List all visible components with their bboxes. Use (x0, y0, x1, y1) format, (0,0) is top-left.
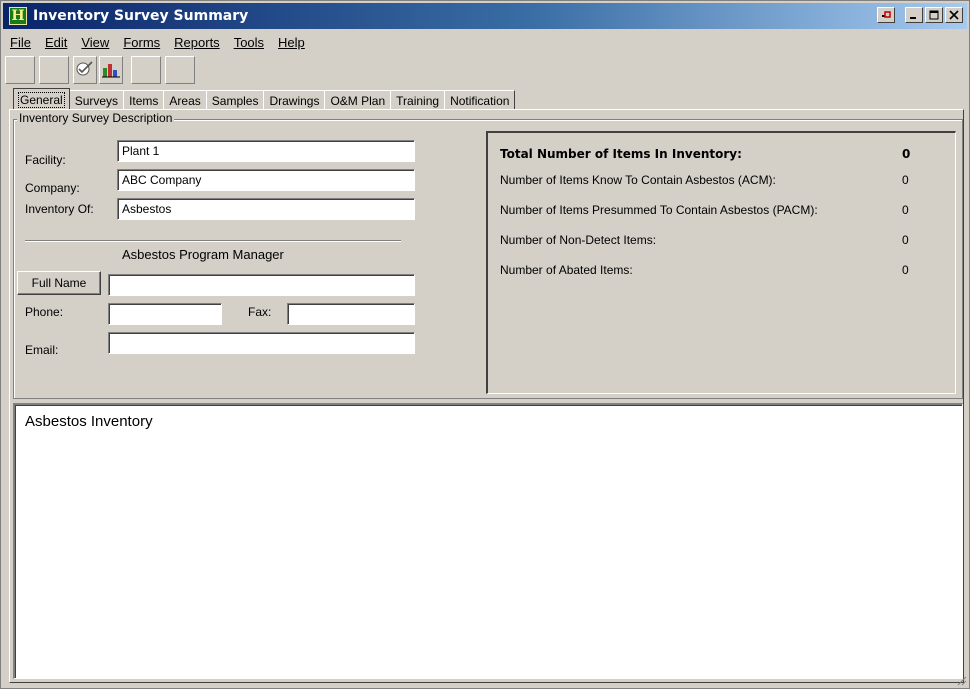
stat-value: 0 (902, 203, 909, 217)
resize-grip-icon[interactable] (955, 674, 967, 686)
toolbar-button-1[interactable] (5, 56, 35, 84)
toolbar-button-6[interactable] (165, 56, 195, 84)
facility-field[interactable]: Plant 1 (117, 140, 415, 162)
facility-label: Facility: (25, 153, 66, 167)
company-field[interactable]: ABC Company (117, 169, 415, 191)
stat-acm: Number of Items Know To Contain Asbestos… (500, 173, 920, 187)
full-name-field[interactable] (108, 274, 415, 296)
manager-heading: Asbestos Program Manager (122, 247, 284, 262)
menu-bar: File Edit View Forms Reports Tools Help (3, 31, 312, 53)
menu-tools[interactable]: Tools (227, 35, 271, 50)
section-divider (25, 240, 401, 242)
tab-notification[interactable]: Notification (444, 90, 516, 110)
fax-label: Fax: (248, 305, 272, 319)
stat-label: Number of Items Know To Contain Asbestos… (500, 173, 776, 187)
tab-om-plan[interactable]: O&M Plan (324, 90, 392, 110)
phone-field[interactable] (108, 303, 222, 325)
tab-drawings[interactable]: Drawings (263, 90, 326, 110)
tab-surveys[interactable]: Surveys (68, 90, 125, 110)
stat-value: 0 (902, 173, 909, 187)
tab-strip: General Surveys Items Areas Samples Draw… (13, 88, 516, 110)
minimize-button[interactable] (905, 7, 923, 23)
stat-value: 0 (902, 147, 911, 161)
menu-help[interactable]: Help (271, 35, 312, 50)
toolbar-chart-button[interactable] (99, 56, 123, 84)
fax-field[interactable] (287, 303, 415, 325)
inventory-of-field[interactable]: Asbestos (117, 198, 415, 220)
check-icon (75, 60, 95, 81)
title-bar[interactable]: H Inventory Survey Summary (3, 3, 967, 29)
stat-value: 0 (902, 233, 909, 247)
asbestos-inventory-title: Asbestos Inventory (25, 413, 153, 430)
stat-abated: Number of Abated Items: 0 (500, 263, 920, 277)
toolbar (5, 56, 199, 86)
stat-value: 0 (902, 263, 909, 277)
main-window: H Inventory Survey Summary File Edit Vie… (0, 0, 970, 689)
stat-label: Number of Items Presummed To Contain Asb… (500, 203, 818, 217)
stat-label: Total Number of Items In Inventory: (500, 147, 742, 161)
tab-items[interactable]: Items (123, 90, 165, 110)
asbestos-inventory-panel[interactable]: Asbestos Inventory (13, 403, 963, 679)
menu-forms[interactable]: Forms (116, 35, 167, 50)
stat-label: Number of Abated Items: (500, 263, 633, 277)
menu-view[interactable]: View (74, 35, 116, 50)
tab-samples[interactable]: Samples (205, 90, 265, 110)
close-button[interactable] (945, 7, 963, 23)
stat-total: Total Number of Items In Inventory: 0 (500, 147, 920, 161)
maximize-button[interactable] (925, 7, 943, 23)
phone-label: Phone: (25, 305, 64, 319)
chart-icon (101, 60, 121, 81)
inventory-of-label: Inventory Of: (25, 202, 94, 216)
menu-file[interactable]: File (3, 35, 38, 50)
menu-edit[interactable]: Edit (38, 35, 74, 50)
tab-general[interactable]: General (13, 88, 70, 110)
full-name-button[interactable]: Full Name (17, 271, 101, 295)
toolbar-button-5[interactable] (131, 56, 161, 84)
window-controls (875, 7, 963, 23)
email-field[interactable] (108, 332, 415, 354)
inventory-stats-panel: Total Number of Items In Inventory: 0 Nu… (486, 131, 956, 394)
stat-pacm: Number of Items Presummed To Contain Asb… (500, 203, 920, 217)
toolbar-check-button[interactable] (73, 56, 97, 84)
window-title: Inventory Survey Summary (33, 8, 249, 24)
toolbar-button-2[interactable] (39, 56, 69, 84)
company-label: Company: (25, 181, 80, 195)
tab-areas[interactable]: Areas (163, 90, 207, 110)
menu-reports[interactable]: Reports (167, 35, 227, 50)
email-label: Email: (25, 343, 59, 357)
stat-non-detect: Number of Non-Detect Items: 0 (500, 233, 920, 247)
app-logo-icon: H (9, 7, 27, 25)
stat-label: Number of Non-Detect Items: (500, 233, 657, 247)
mdi-restore-icon[interactable] (877, 7, 895, 23)
group-legend: Inventory Survey Description (17, 111, 175, 125)
tab-training[interactable]: Training (390, 90, 446, 110)
